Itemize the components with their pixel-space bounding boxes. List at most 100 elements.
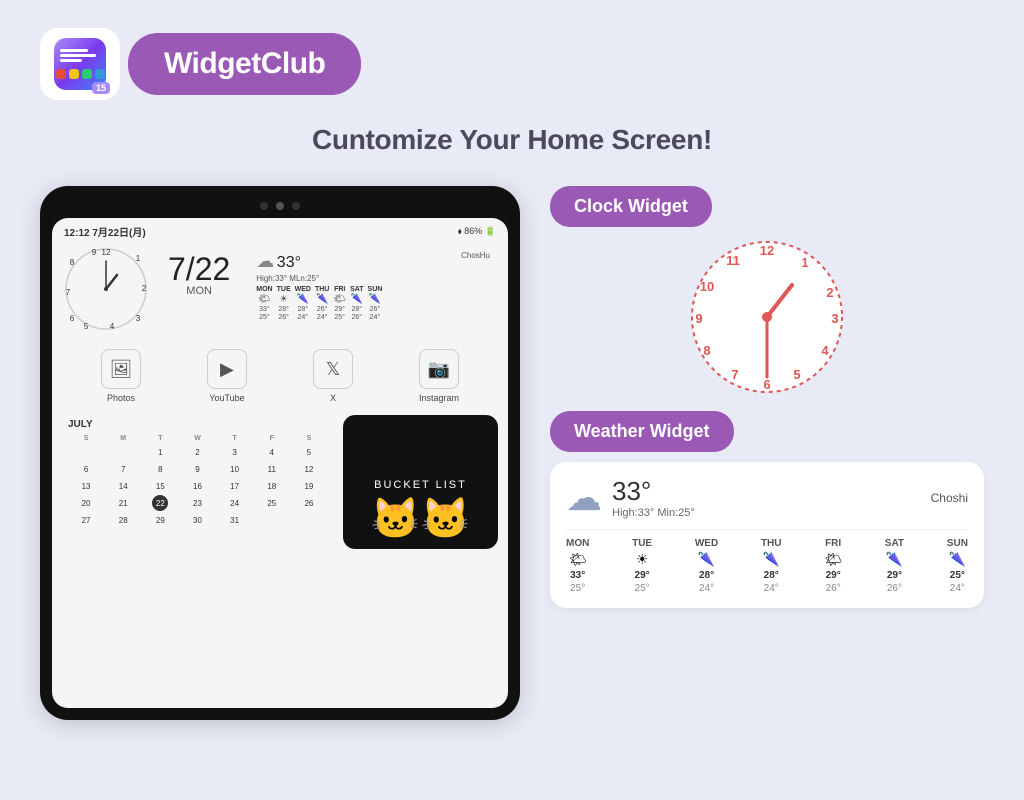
cal-cell: 17 bbox=[227, 478, 243, 494]
camera-dot-main bbox=[276, 202, 284, 210]
cal-cell: 22 bbox=[152, 495, 168, 511]
cal-cell: 23 bbox=[189, 495, 205, 511]
cal-cell: 12 bbox=[301, 461, 317, 477]
cal-cell: 3 bbox=[227, 444, 243, 460]
clock-widget-label-pill: Clock Widget bbox=[550, 186, 712, 227]
cal-cell: 30 bbox=[189, 512, 205, 528]
cal-cell bbox=[78, 529, 94, 545]
cal-cell: 13 bbox=[78, 478, 94, 494]
tablet-weather-day: THU🌂26°24° bbox=[315, 286, 329, 321]
svg-text:5: 5 bbox=[84, 322, 89, 331]
svg-text:6: 6 bbox=[763, 377, 770, 392]
tablet-app-icon[interactable]: 🖼Photos bbox=[101, 349, 141, 403]
cal-cell: 4 bbox=[264, 444, 280, 460]
svg-text:8: 8 bbox=[703, 343, 710, 358]
app-title-pill: WidgetClub bbox=[128, 33, 361, 95]
cal-header: M bbox=[105, 434, 141, 443]
logo-container: 15 bbox=[40, 28, 120, 100]
svg-text:1: 1 bbox=[801, 255, 808, 270]
svg-text:4: 4 bbox=[110, 322, 115, 331]
svg-text:1: 1 bbox=[136, 254, 141, 263]
cal-cell: 24 bbox=[227, 495, 243, 511]
logo-badge: 15 bbox=[92, 82, 110, 94]
svg-text:2: 2 bbox=[142, 284, 147, 293]
tablet-app-icon[interactable]: 𝕏X bbox=[313, 349, 353, 403]
cal-cell: 11 bbox=[264, 461, 280, 477]
tablet-app-icon[interactable]: ▶YouTube bbox=[207, 349, 247, 403]
weather-big-temp: 33° bbox=[612, 476, 695, 507]
clock-widget-label: Clock Widget bbox=[574, 196, 688, 216]
app-title: WidgetClub bbox=[164, 47, 325, 80]
svg-text:2: 2 bbox=[826, 285, 833, 300]
cal-cell bbox=[115, 529, 131, 545]
cal-cell bbox=[301, 512, 317, 528]
tablet-weather-day: SUN🌂26°24° bbox=[368, 286, 383, 321]
screen-top-bar: 12:12 7月22日(月) ⬧ 86% 🔋 bbox=[52, 218, 508, 241]
cal-cell: 25 bbox=[264, 495, 280, 511]
cal-header: S bbox=[68, 434, 104, 443]
svg-text:7: 7 bbox=[731, 367, 738, 382]
app-icon: 15 bbox=[54, 38, 106, 90]
svg-text:9: 9 bbox=[92, 248, 97, 257]
cal-cell: 19 bbox=[301, 478, 317, 494]
tablet-weather-day: SAT🌂28°26° bbox=[350, 286, 363, 321]
tablet-weather-day: WED🌂28°24° bbox=[295, 286, 311, 321]
svg-text:3: 3 bbox=[136, 314, 141, 323]
cal-cell: 14 bbox=[115, 478, 131, 494]
svg-text:8: 8 bbox=[70, 258, 75, 267]
svg-text:4: 4 bbox=[821, 343, 829, 358]
cal-cell: 31 bbox=[227, 512, 243, 528]
right-panel: Clock Widget 12 1 2 3 4 5 6 7 8 9 10 bbox=[550, 186, 984, 720]
tablet: 12:12 7月22日(月) ⬧ 86% 🔋 12 1 2 bbox=[40, 186, 520, 720]
weather-cloud-icon: ☁ bbox=[566, 477, 602, 519]
bucket-cats-icon: 🐱🐱 bbox=[371, 499, 471, 539]
tablet-weather-day: FRI🌤29°25° bbox=[333, 286, 346, 321]
cal-header: T bbox=[217, 434, 253, 443]
cal-cell bbox=[78, 444, 94, 460]
cal-cell: 7 bbox=[115, 461, 131, 477]
svg-text:6: 6 bbox=[70, 314, 75, 323]
svg-text:12: 12 bbox=[102, 248, 111, 257]
svg-text:9: 9 bbox=[695, 311, 702, 326]
weather-big-day: TUE☀29°25° bbox=[632, 538, 652, 594]
tablet-weather-widget: ☁ 33° ChosHu High:33° MLn:25° MON🌤33°25°… bbox=[248, 245, 498, 327]
cal-cell bbox=[264, 512, 280, 528]
cal-cell: 8 bbox=[152, 461, 168, 477]
tablet-bucket-list: Bucket List 🐱🐱 bbox=[343, 415, 498, 549]
screen-time: 12:12 7月22日(月) bbox=[64, 224, 146, 239]
svg-text:11: 11 bbox=[726, 253, 740, 268]
tablet-container: 12:12 7月22日(月) ⬧ 86% 🔋 12 1 2 bbox=[40, 186, 520, 720]
weather-big-hilow: High:33° Min:25° bbox=[612, 507, 695, 519]
svg-text:7: 7 bbox=[66, 288, 71, 297]
cal-cell bbox=[115, 444, 131, 460]
tablet-date-widget: 7/22 mon bbox=[160, 245, 238, 305]
cal-header: F bbox=[254, 434, 290, 443]
weather-big-day: SUN🌂25°24° bbox=[947, 538, 968, 594]
tablet-notch bbox=[52, 202, 508, 210]
tablet-weather-day: MON🌤33°25° bbox=[256, 286, 272, 321]
screen-battery: ⬧ 86% 🔋 bbox=[458, 226, 496, 237]
cal-cell: 2 bbox=[189, 444, 205, 460]
main-content: 12:12 7月22日(月) ⬧ 86% 🔋 12 1 2 bbox=[0, 166, 1024, 720]
tablet-app-icons: 🖼Photos ▶YouTube 𝕏X 📷Instagram bbox=[52, 337, 508, 415]
widget-row-top: 12 1 2 3 4 5 6 7 8 9 bbox=[52, 241, 508, 337]
svg-text:12: 12 bbox=[760, 243, 774, 258]
tablet-bottom: JULY SMTWTFS1234567891011121314151617181… bbox=[52, 415, 508, 555]
weather-big-day: MON🌤33°25° bbox=[566, 538, 589, 594]
cal-cell: 16 bbox=[189, 478, 205, 494]
weather-widget-label: Weather Widget bbox=[574, 421, 710, 441]
svg-text:10: 10 bbox=[700, 279, 714, 294]
weather-widget-label-pill: Weather Widget bbox=[550, 411, 734, 452]
tablet-calendar: JULY SMTWTFS1234567891011121314151617181… bbox=[62, 415, 333, 549]
cal-cell: 10 bbox=[227, 461, 243, 477]
cal-cell: 5 bbox=[301, 444, 317, 460]
svg-text:5: 5 bbox=[793, 367, 800, 382]
camera-dot-right bbox=[292, 202, 300, 210]
cal-header: T bbox=[142, 434, 178, 443]
tablet-weather-days: MON🌤33°25°TUE☀28°26°WED🌂28°24°THU🌂26°24°… bbox=[256, 286, 490, 321]
weather-big-location: Choshi bbox=[931, 491, 968, 505]
camera-dot-left bbox=[260, 202, 268, 210]
weather-widget-section: Weather Widget ☁ 33° High:33° Min:25° Ch… bbox=[550, 411, 984, 608]
cal-cell: 26 bbox=[301, 495, 317, 511]
tablet-app-icon[interactable]: 📷Instagram bbox=[419, 349, 459, 403]
